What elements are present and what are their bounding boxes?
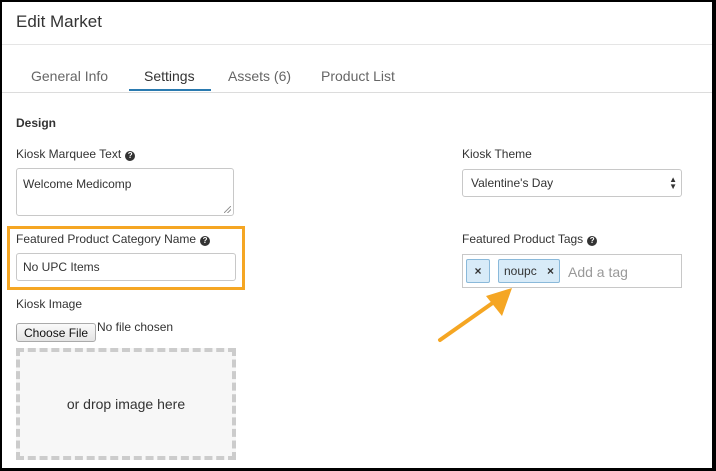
featured-category-label: Featured Product Category Name?: [16, 232, 211, 246]
marquee-label-text: Kiosk Marquee Text: [16, 147, 122, 161]
kiosk-image-label: Kiosk Image: [16, 297, 83, 311]
featured-tags-label: Featured Product Tags?: [462, 232, 598, 246]
add-tag-input[interactable]: Add a tag: [568, 264, 628, 280]
no-file-text: No file chosen: [97, 320, 174, 334]
panel-header: Edit Market: [2, 2, 712, 45]
tab-bar: General Info Settings Assets (6) Product…: [2, 60, 712, 93]
featured-category-input[interactable]: No UPC Items: [16, 253, 236, 281]
section-title-design: Design: [16, 116, 57, 130]
active-tab-indicator: [129, 89, 211, 91]
featured-category-label-text: Featured Product Category Name: [16, 232, 197, 246]
tab-product-list[interactable]: Product List: [321, 68, 395, 84]
kiosk-theme-label: Kiosk Theme: [462, 147, 532, 161]
kiosk-theme-select[interactable]: Valentine's Day ▲ ▼: [462, 169, 682, 197]
help-icon[interactable]: ?: [200, 236, 211, 246]
page-title: Edit Market: [16, 12, 102, 31]
marquee-textarea[interactable]: Welcome Medicomp: [16, 168, 234, 216]
choose-file-button[interactable]: Choose File: [16, 323, 97, 342]
help-icon[interactable]: ?: [587, 236, 598, 246]
dropzone-text: or drop image here: [66, 396, 186, 412]
remove-tag-icon[interactable]: ×: [547, 260, 554, 282]
tab-assets[interactable]: Assets (6): [228, 68, 291, 84]
featured-tags-label-text: Featured Product Tags: [462, 232, 584, 246]
resize-handle-icon[interactable]: [224, 206, 231, 213]
annotation-arrow-icon: [438, 288, 512, 342]
tab-settings[interactable]: Settings: [144, 68, 195, 84]
marquee-value: Welcome Medicomp: [23, 177, 132, 191]
featured-category-value: No UPC Items: [23, 260, 100, 274]
image-dropzone[interactable]: or drop image here: [16, 348, 236, 460]
remove-tag-icon[interactable]: ×: [466, 259, 490, 283]
marquee-label: Kiosk Marquee Text?: [16, 147, 136, 161]
tags-input[interactable]: × noupc × Add a tag: [462, 254, 682, 288]
tag-chip: noupc ×: [498, 259, 560, 283]
edit-market-panel: Edit Market General Info Settings Assets…: [2, 2, 712, 468]
select-caret-icon: ▲ ▼: [669, 175, 677, 191]
kiosk-theme-value: Valentine's Day: [471, 176, 554, 190]
tab-general-info[interactable]: General Info: [31, 68, 108, 84]
tag-text: noupc: [504, 264, 537, 278]
help-icon[interactable]: ?: [125, 151, 136, 161]
